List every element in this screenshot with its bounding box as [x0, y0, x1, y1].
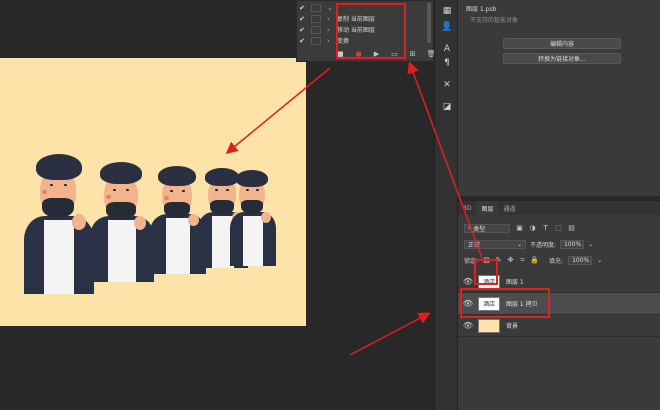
opacity-label: 不透明度: — [530, 241, 557, 249]
panel-icon-strip: ▦ 👤 A ¶ ✕ ◪ — [434, 0, 458, 410]
fill-label: 填充: — [549, 257, 564, 265]
layer-filter-select[interactable]: ⌕ 类型 — [464, 223, 510, 233]
annotation-box-actions — [336, 3, 406, 59]
opacity-input[interactable]: 100% — [560, 239, 585, 249]
tools-icon[interactable]: ✕ — [440, 78, 454, 92]
edit-contents-button[interactable]: 编辑内容 — [503, 38, 621, 49]
dialog-toggle[interactable] — [311, 3, 321, 12]
chevron-down-icon[interactable]: ⌄ — [588, 241, 593, 248]
filter-type-value: 类型 — [473, 225, 486, 233]
smart-object-filter-icon[interactable]: ▤ — [568, 224, 575, 232]
blend-mode-select[interactable]: 正常 ⌄ — [464, 239, 526, 249]
people-icon[interactable]: 👤 — [440, 20, 454, 34]
type-filter-icon[interactable]: T — [542, 224, 549, 232]
annotation-box-layer-copy — [460, 288, 550, 318]
eye-icon[interactable]: 👁 — [458, 321, 478, 330]
document-canvas[interactable] — [0, 58, 306, 326]
swatch-icon[interactable]: ◪ — [440, 100, 454, 114]
dialog-toggle[interactable] — [311, 25, 321, 34]
paragraph-icon[interactable]: ¶ — [440, 56, 454, 70]
image-filter-icon[interactable]: ▣ — [516, 224, 523, 232]
tab-channels[interactable]: 通道 — [498, 201, 520, 215]
properties-subtitle: 不支持的智能对象 — [470, 17, 519, 24]
layer-name[interactable]: 图层 1 — [506, 277, 524, 286]
check-icon[interactable]: ✔ — [297, 26, 307, 34]
layer-row-background[interactable]: 👁 背景 — [458, 315, 660, 337]
dialog-toggle[interactable] — [311, 36, 321, 45]
check-icon[interactable]: ✔ — [297, 15, 307, 23]
chevron-down-icon: ⌄ — [516, 240, 522, 248]
panel-icon[interactable]: ▦ — [440, 4, 454, 18]
lock-all-icon[interactable]: 🔒 — [530, 256, 539, 264]
properties-panel: 图层 1.psb 不支持的智能对象 编辑内容 转换为链接对象... — [458, 0, 660, 196]
properties-title: 图层 1.psb — [466, 6, 497, 13]
check-icon[interactable]: ✔ — [297, 4, 307, 12]
layers-tabs: 3D 图层 通道 — [458, 201, 660, 215]
fill-input[interactable]: 100% — [568, 255, 593, 265]
tab-3d[interactable]: 3D — [458, 201, 476, 215]
dialog-toggle[interactable] — [311, 14, 321, 23]
layer-thumbnail — [478, 318, 500, 333]
shape-filter-icon[interactable]: ⬚ — [555, 224, 562, 232]
new-action-icon[interactable]: ⊞ — [410, 50, 416, 58]
chevron-down-icon[interactable]: ⌄ — [597, 257, 602, 264]
lock-move-icon[interactable]: ✥ — [507, 256, 514, 264]
layer-name[interactable]: 背景 — [506, 321, 518, 330]
artboard-lock-icon[interactable]: ⌗ — [519, 256, 526, 264]
check-icon[interactable]: ✔ — [297, 37, 307, 45]
blend-mode-value: 正常 — [468, 241, 481, 249]
adjustment-filter-icon[interactable]: ◑ — [529, 224, 536, 232]
character-icon[interactable]: A — [440, 42, 454, 56]
figure-copy-5 — [228, 170, 280, 266]
actions-scrollbar[interactable] — [427, 3, 431, 43]
tab-layers[interactable]: 图层 — [476, 201, 499, 215]
annotation-box-layer1 — [474, 259, 498, 285]
convert-to-linked-button[interactable]: 转换为链接对象... — [503, 53, 621, 64]
